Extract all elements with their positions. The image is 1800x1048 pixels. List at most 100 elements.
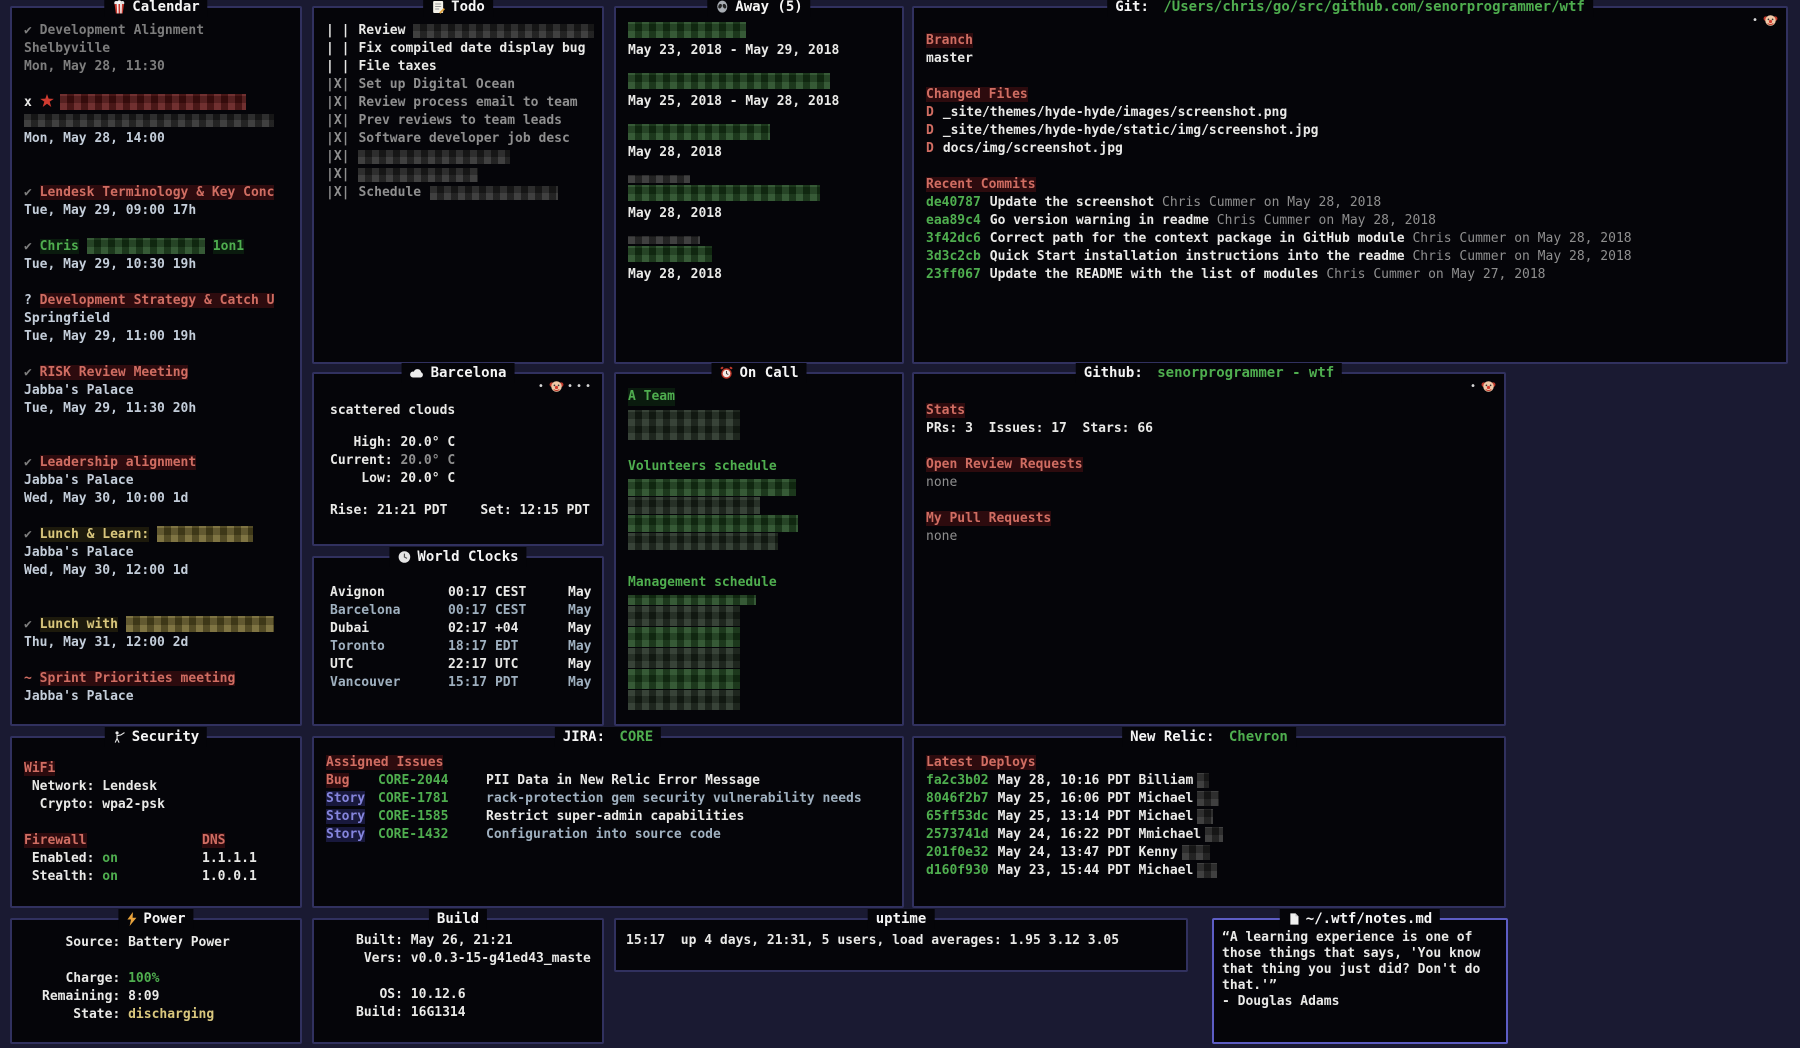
redacted-block [628,410,740,440]
redacted-block [157,526,253,542]
clock-row: Toronto18:17 EDTMay 28 [330,638,594,656]
oncall-team-header: A Team [628,388,675,406]
panel-security[interactable]: Security WiFi Network: Lendesk Crypto: w… [10,736,302,908]
redacted-block [1182,845,1210,860]
github-open-reviews-header: Open Review Requests [926,457,1083,472]
redacted-block [1197,809,1213,824]
panel-away[interactable]: Away (5) May 23, 2018 - May 29, 2018 May… [614,6,904,364]
todo-item[interactable]: |X|Set up Digital Ocean [326,76,594,94]
page-icon [1288,912,1300,926]
build-number-row: Build: 16G1314 [356,1004,594,1022]
jira-issue-row[interactable]: StoryCORE-1585Restrict super-admin capab… [326,808,894,826]
redacted-block [628,648,740,668]
sun-times: Rise: 21:21 PDT Set: 12:15 PDT [330,502,594,520]
github-stats-header: Stats [926,403,965,418]
clock-row: Vancouver15:17 PDTMay 28 [330,674,594,692]
jira-issue-row[interactable]: StoryCORE-1781rack-protection gem securi… [326,790,894,808]
away-entry: May 28, 2018 [628,124,894,162]
panel-uptime[interactable]: uptime 15:17 up 4 days, 21:31, 5 users, … [614,918,1188,972]
github-stats: PRs: 3 Issues: 17 Stars: 66 [926,420,1496,438]
todo-item[interactable]: |X|Review process email to team [326,94,594,112]
away-entry: May 28, 2018 [628,236,894,284]
panel-title-text: On Call [739,365,798,381]
redacted-block [628,185,820,201]
firewall-dns-headers: FirewallDNS [24,832,292,850]
away-panel-title: Away (5) [707,0,810,17]
pager-dot: • [1752,15,1760,26]
clock-icon [397,550,411,564]
git-branch-header: Branch [926,33,973,48]
panel-todo[interactable]: Todo | |Review | |Fix compiled date disp… [312,6,604,364]
weather-panel-title: Barcelona [402,363,515,383]
git-repo-path: /Users/chris/go/src/github.com/senorprog… [1163,0,1584,15]
weather-low: Low: 20.0° C [330,470,594,488]
todo-item[interactable]: | |Fix compiled date display bug [326,40,594,58]
alarm-clock-icon [719,366,733,380]
uptime-text: 15:17 up 4 days, 21:31, 5 users, load av… [626,932,1178,950]
jira-panel-title: JIRA: CORE [555,727,661,747]
note-line: “A learning experience is one of [1222,930,1498,946]
panel-newrelic[interactable]: New Relic: Chevron Latest Deploys fa2c3b… [912,736,1506,908]
panel-github[interactable]: Github: senorprogrammer - wtf • Stats PR… [912,372,1506,726]
panel-title-text: Away (5) [735,0,802,15]
clock-row: UTC22:17 UTCMay 28 [330,656,594,674]
deploy-row: 2573741dMay 24, 16:22 PDT Mmichael [926,826,1496,844]
note-author: - Douglas Adams [1222,994,1498,1010]
redacted-block [413,24,594,38]
jira-issue-row[interactable]: StoryCORE-1432Configuration into source … [326,826,894,844]
panel-world-clocks[interactable]: World Clocks Avignon00:17 CESTMay 29 Bar… [312,556,604,726]
redacted-block [628,236,700,244]
build-built-row: Built: May 26, 21:21 [356,932,594,950]
panel-oncall[interactable]: On Call A Team Volunteers schedule Manag… [614,372,904,726]
sunset: Set: 12:15 PDT [480,502,590,520]
todo-item[interactable]: |X|Prev reviews to team leads [326,112,594,130]
todo-item[interactable]: | |Review [326,22,594,40]
redacted-block [24,114,274,127]
redacted-block [628,595,756,605]
newrelic-panel-title: New Relic: Chevron [1122,727,1296,747]
todo-item[interactable]: |X|Software developer job desc [326,130,594,148]
wifi-network-row: Network: Lendesk [24,778,292,796]
git-changed-file: D_site/themes/hyde-hyde/static/img/scree… [926,122,1778,140]
deploy-row: 8046f2b7May 25, 16:06 PDT Michael [926,790,1496,808]
git-commit: eaa89c4Go version warning in readme Chri… [926,212,1778,230]
panel-calendar[interactable]: Calendar ✔ Development Alignment Shelbyv… [10,6,302,726]
calendar-event: ✔ Lendesk Terminology & Key Conc Tue, Ma… [24,184,292,220]
panel-weather-barcelona[interactable]: Barcelona • ••• scattered clouds High: 2… [312,372,604,546]
todo-item[interactable]: | |File taxes [326,58,594,76]
wifi-crypto-row: Crypto: wpa2-psk [24,796,292,814]
redacted-block [1205,827,1223,842]
calendar-event: ✔ Chris1on1 Tue, May 29, 10:30 19h [24,238,292,274]
panel-title-text: New Relic: [1130,729,1223,745]
pager-dots: ••• [567,381,594,392]
jira-issue-row[interactable]: BugCORE-2044PII Data in New Relic Error … [326,772,894,790]
todo-item[interactable]: |X| [326,166,594,184]
panel-title-text: JIRA: [563,729,614,745]
pager-dot: • [1470,381,1478,392]
panel-power[interactable]: Power Source: Battery Power Charge: 100%… [10,918,302,1044]
pager-indicator: • [1470,379,1496,394]
todo-item[interactable]: |X| [326,148,594,166]
git-changed-file: Ddocs/img/screenshot.jpg [926,140,1778,158]
github-repo: senorprogrammer - wtf [1157,365,1334,381]
panel-jira[interactable]: JIRA: CORE Assigned Issues BugCORE-2044P… [312,736,904,908]
calendar-event: ✔ Development Alignment Shelbyville Mon,… [24,22,292,76]
build-os-row: OS: 10.12.6 [356,986,594,1004]
panel-title-text: uptime [876,911,927,927]
panel-title-text: Build [437,911,479,927]
calendar-event: ✔ RISK Review Meeting Jabba's Palace Tue… [24,364,292,418]
panel-build[interactable]: Build Built: May 26, 21:21 Vers: v0.0.3-… [312,918,604,1044]
weather-condition: scattered clouds [330,402,594,420]
redacted-block [126,616,274,632]
note-line: those things that says, 'You know [1222,946,1498,962]
newrelic-app: Chevron [1229,729,1288,745]
redacted-block [628,246,712,262]
panel-git[interactable]: Git: /Users/chris/go/src/github.com/seno… [912,6,1788,364]
cloud-icon [410,367,425,379]
build-version-row: Vers: v0.0.3-15-g41ed43_maste [356,950,594,968]
calendar-panel-title: Calendar [104,0,207,17]
todo-item[interactable]: |X|Schedule [326,184,594,202]
clock-row: Barcelona00:17 CESTMay 29 [330,602,594,620]
panel-notes[interactable]: ~/.wtf/notes.md “A learning experience i… [1212,918,1508,1044]
git-commit: 3d3c2cbQuick Start installation instruct… [926,248,1778,266]
